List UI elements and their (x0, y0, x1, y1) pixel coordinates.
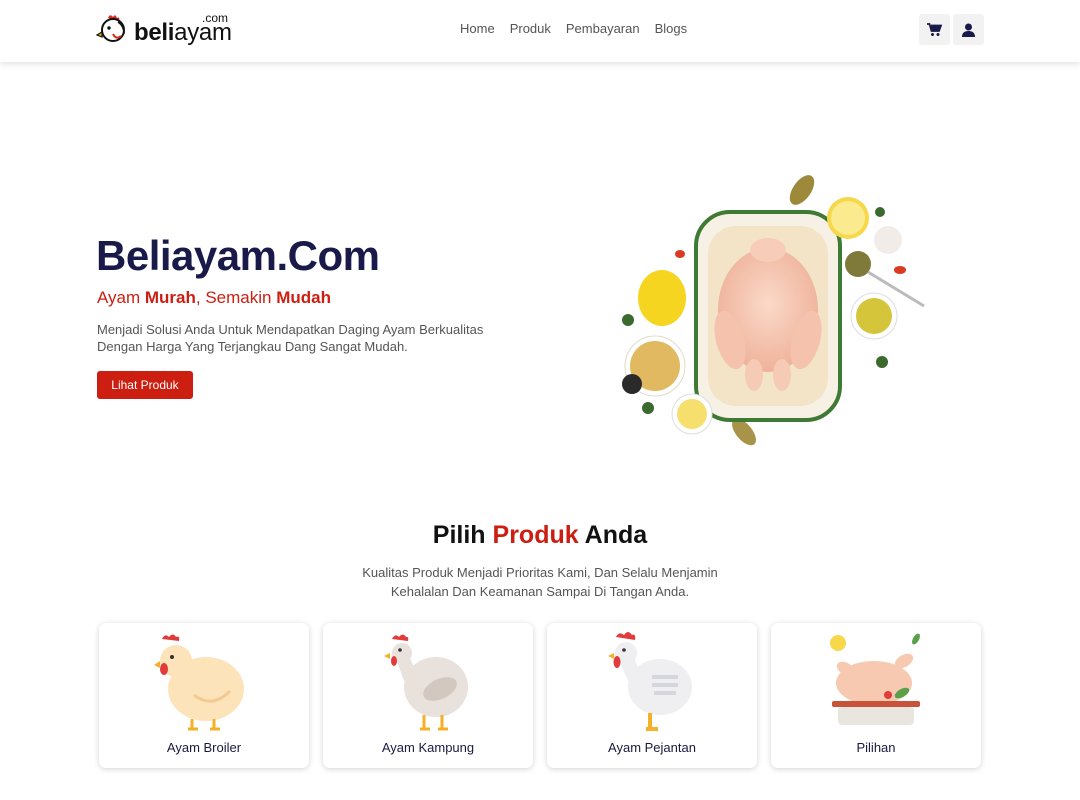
products-section-description: Kualitas Produk Menjadi Prioritas Kami, … (362, 565, 718, 599)
user-icon (962, 23, 975, 37)
navbar: beliayam .com Home Produk Pembayaran Blo… (0, 0, 1080, 62)
product-card-kampung[interactable]: Ayam Kampung (323, 623, 533, 768)
view-products-button[interactable]: Lihat Produk (97, 371, 193, 399)
products-section-title: Pilih Produk Anda (0, 521, 1080, 550)
main-nav: Home Produk Pembayaran Blogs (460, 21, 687, 36)
raw-chicken-platter-image (622, 175, 925, 446)
product-card-label: Ayam Pejantan (608, 740, 696, 755)
tagline-part: Ayam (97, 288, 145, 307)
nav-pembayaran[interactable]: Pembayaran (566, 21, 640, 36)
title-highlight: Produk (492, 521, 579, 549)
tagline-highlight: Murah (144, 288, 196, 307)
product-card-pejantan[interactable]: Ayam Pejantan (547, 623, 757, 768)
nav-blogs[interactable]: Blogs (655, 21, 688, 36)
roast-chicken-icon (830, 633, 920, 725)
brand-logo[interactable]: beliayam .com (96, 10, 238, 50)
product-card-label: Ayam Broiler (166, 740, 242, 755)
cart-button[interactable] (919, 14, 950, 45)
tagline-highlight: Mudah (276, 288, 331, 307)
nav-home[interactable]: Home (460, 21, 495, 36)
hero-title: Beliayam.Com (96, 232, 380, 279)
product-cards: Ayam Broiler Ayam Kampung Ayam Pejantan … (99, 623, 981, 768)
brand-name-bold: beli (134, 19, 175, 46)
kampung-chicken-icon (384, 634, 468, 731)
title-part: Pilih (432, 521, 493, 549)
user-account-button[interactable] (953, 14, 984, 45)
cart-icon (927, 22, 942, 36)
hero-description: Menjadi Solusi Anda Untuk Mendapatkan Da… (97, 322, 484, 354)
product-card-label: Pilihan (856, 740, 896, 755)
title-part: Anda (578, 521, 648, 549)
hero-tagline: Ayam Murah, Semakin Mudah (97, 288, 331, 308)
tagline-part: , Semakin (195, 288, 277, 307)
broiler-chicken-icon (154, 634, 244, 731)
product-card-pilihan[interactable]: Pilihan (771, 623, 981, 768)
nav-produk[interactable]: Produk (510, 21, 551, 36)
pejantan-chicken-icon (608, 632, 692, 731)
product-card-broiler[interactable]: Ayam Broiler (99, 623, 309, 768)
brand-suffix: .com (202, 11, 229, 25)
product-card-label: Ayam Kampung (381, 740, 475, 755)
chicken-logo-icon (96, 15, 125, 42)
